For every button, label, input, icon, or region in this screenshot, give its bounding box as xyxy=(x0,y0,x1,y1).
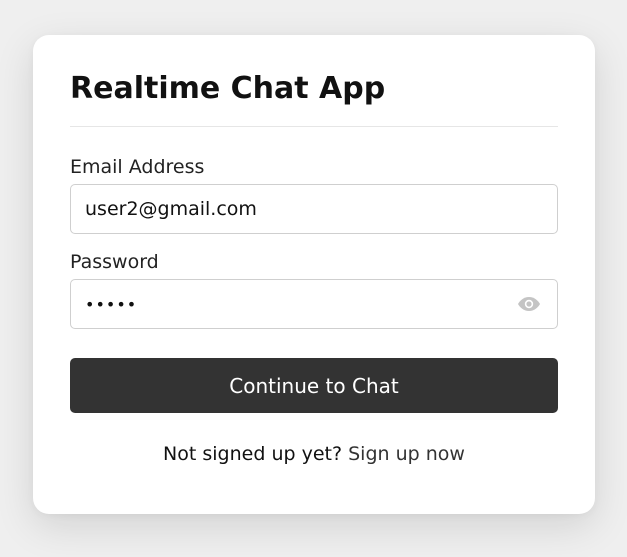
signup-prompt: Not signed up yet? Sign up now xyxy=(33,441,595,467)
signup-link[interactable]: Sign up now xyxy=(348,443,465,465)
email-field-wrapper xyxy=(70,184,558,234)
email-label: Email Address xyxy=(70,156,205,178)
password-field-wrapper xyxy=(70,279,558,329)
email-field[interactable] xyxy=(71,185,557,233)
eye-icon[interactable] xyxy=(517,294,541,314)
password-field[interactable] xyxy=(71,280,557,328)
title-divider xyxy=(70,126,558,127)
page-title: Realtime Chat App xyxy=(70,71,386,106)
login-card: Realtime Chat App Email Address Password… xyxy=(33,35,595,514)
continue-to-chat-button[interactable]: Continue to Chat xyxy=(70,358,558,413)
password-label: Password xyxy=(70,251,159,273)
signup-prompt-text: Not signed up yet? xyxy=(163,443,343,465)
